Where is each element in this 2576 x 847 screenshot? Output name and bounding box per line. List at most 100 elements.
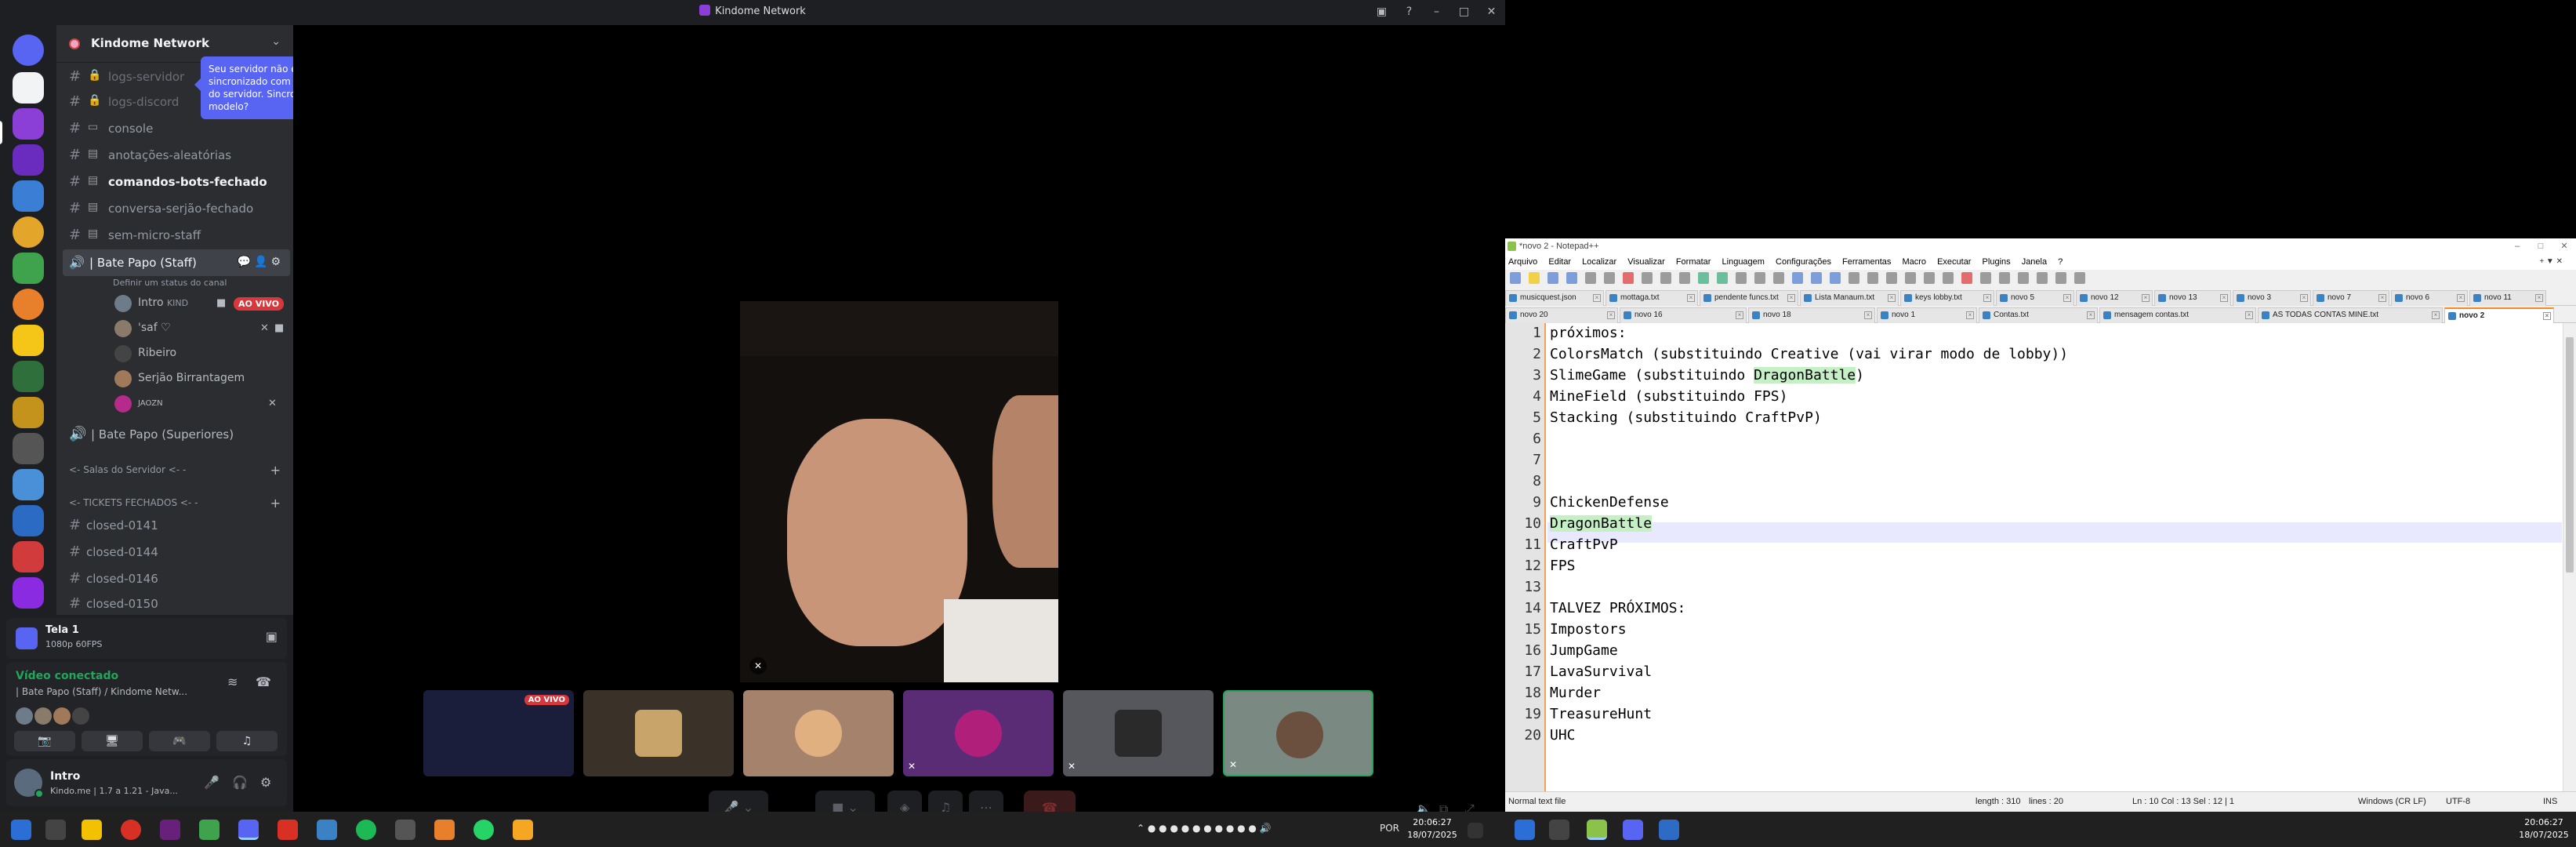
- clock[interactable]: 20:06:27 18/07/2025: [2516, 816, 2571, 842]
- close-tab-icon[interactable]: ×: [2087, 311, 2095, 319]
- minimize-button[interactable]: –: [1423, 0, 1450, 25]
- notepadpp-taskbar-icon[interactable]: [1587, 820, 1607, 840]
- soundboard-button[interactable]: ♫: [216, 731, 278, 751]
- close-tab-icon[interactable]: ×: [1983, 294, 1991, 302]
- task-view-icon[interactable]: [1549, 820, 1569, 840]
- close-tab-icon[interactable]: ×: [1888, 294, 1896, 302]
- language-indicator[interactable]: POR: [1380, 823, 1399, 834]
- add-channel-icon[interactable]: +: [270, 496, 281, 511]
- app-icon[interactable]: [395, 820, 415, 840]
- close-tab-icon[interactable]: ×: [2535, 294, 2543, 302]
- chrome-icon[interactable]: [121, 820, 141, 840]
- toolbar-button-icon[interactable]: [1547, 272, 1558, 284]
- npp-tab[interactable]: pendente funcs.txt ×: [1700, 290, 1798, 306]
- server-icon[interactable]: [13, 361, 44, 392]
- disconnect-button[interactable]: ☎: [1024, 791, 1076, 812]
- windows-start-icon[interactable]: [11, 820, 31, 840]
- server-icon[interactable]: [13, 325, 44, 356]
- search-app-icon[interactable]: [434, 820, 455, 840]
- channel-closed[interactable]: # closed-0150: [63, 591, 290, 616]
- gear-icon[interactable]: ⚙: [260, 775, 271, 790]
- activities-button[interactable]: ◈: [887, 791, 922, 812]
- close-tab-icon[interactable]: ×: [2432, 311, 2440, 319]
- npp-tab[interactable]: novo 16 ×: [1620, 307, 1747, 323]
- notifications-icon[interactable]: [1468, 823, 1483, 838]
- toolbar-button-icon[interactable]: [1961, 272, 1972, 284]
- menu-localizar[interactable]: Localizar: [1582, 257, 1616, 267]
- npp-tab[interactable]: mottaga.txt ×: [1605, 290, 1698, 306]
- server-icon[interactable]: [13, 180, 44, 212]
- toolbar-button-icon[interactable]: [1604, 272, 1615, 284]
- toolbar-button-icon[interactable]: [1623, 272, 1634, 284]
- npp-tab[interactable]: novo 12 ×: [2076, 290, 2153, 306]
- close-tab-icon[interactable]: ×: [1787, 294, 1795, 302]
- server-icon[interactable]: [13, 577, 44, 609]
- close-tab-icon[interactable]: ×: [2378, 294, 2386, 302]
- npp-tab[interactable]: musicquest.json ×: [1505, 290, 1604, 306]
- windows-start-icon[interactable]: [1515, 820, 1535, 840]
- video-tile[interactable]: [583, 690, 734, 776]
- server-icon[interactable]: [13, 144, 44, 176]
- toolbar-button-icon[interactable]: [1585, 272, 1596, 284]
- minecraft-icon[interactable]: [199, 820, 220, 840]
- toolbar-button-icon[interactable]: [1886, 272, 1897, 284]
- toolbar-button-icon[interactable]: [1510, 272, 1521, 284]
- toolbar-button-icon[interactable]: [1717, 272, 1728, 284]
- toolbar-button-icon[interactable]: [1830, 272, 1841, 284]
- menu-macro[interactable]: Macro: [1902, 257, 1926, 267]
- npp-tab[interactable]: novo 2 ×: [2444, 307, 2554, 323]
- npp-tab[interactable]: novo 20 ×: [1505, 307, 1618, 323]
- voice-channel-actions[interactable]: 💬👤⚙: [238, 256, 284, 268]
- npp-tab[interactable]: Lista Manaum.txt ×: [1800, 290, 1899, 306]
- app-icon[interactable]: [1659, 820, 1679, 840]
- toolbar-button-icon[interactable]: [1867, 272, 1878, 284]
- npp-tab[interactable]: novo 11 ×: [2469, 290, 2546, 306]
- channel-conversa-serjao[interactable]: # ▤ conversa-serjão-fechado: [63, 196, 290, 221]
- toolbar-button-icon[interactable]: [1754, 272, 1765, 284]
- tray-icons[interactable]: ⌃ ● ● ● ● ● ● ● ● ● ● 🔊: [1137, 823, 1272, 834]
- noise-suppression-icon[interactable]: ≋: [227, 674, 238, 689]
- menu-linguagem[interactable]: Linguagem: [1722, 257, 1765, 267]
- menu-executar[interactable]: Executar: [1937, 257, 1971, 267]
- npp-tab[interactable]: novo 18 ×: [1748, 307, 1875, 323]
- close-tab-icon[interactable]: ×: [1864, 311, 1872, 319]
- server-icon[interactable]: [13, 72, 44, 104]
- npp-tab[interactable]: keys lobby.txt ×: [1900, 290, 1994, 306]
- menu-janela[interactable]: Janela: [2022, 257, 2047, 267]
- app-icon[interactable]: [317, 820, 337, 840]
- menu-arquivo[interactable]: Arquivo: [1508, 257, 1537, 267]
- close-tab-icon[interactable]: ×: [1593, 294, 1601, 302]
- toolbar-button-icon[interactable]: [1736, 272, 1747, 284]
- video-tile[interactable]: ✕: [1063, 690, 1214, 776]
- activities-button[interactable]: 🎮: [149, 731, 210, 751]
- voice-user[interactable]: 'saf ♡: [56, 317, 259, 340]
- toolbar-button-icon[interactable]: [1999, 272, 2010, 284]
- more-button[interactable]: ⋯: [969, 791, 1003, 812]
- close-button[interactable]: ✕: [2552, 238, 2576, 254]
- voice-user[interactable]: Intro KIND: [56, 292, 259, 315]
- channel-console[interactable]: # ▭ console: [63, 116, 290, 141]
- toolbar-button-icon[interactable]: [1905, 272, 1916, 284]
- voice-channel-path[interactable]: | Bate Papo (Staff) / Kindome Netw...: [16, 686, 187, 697]
- menu-window-controls[interactable]: + ▼ ✕: [2539, 254, 2563, 270]
- npp-tab[interactable]: novo 5 ×: [1996, 290, 2074, 306]
- clock[interactable]: 20:06:27 18/07/2025: [1405, 816, 1460, 842]
- close-tab-icon[interactable]: ×: [2300, 294, 2308, 302]
- menu-plugins[interactable]: Plugins: [1983, 257, 2011, 267]
- channel-comandos-bots[interactable]: # ▤ comandos-bots-fechado: [63, 169, 290, 194]
- camera-button[interactable]: ■ ⌄: [815, 791, 875, 812]
- file-explorer-icon[interactable]: [82, 820, 102, 840]
- server-icon[interactable]: [13, 253, 44, 284]
- server-icon[interactable]: [13, 469, 44, 500]
- voice-user[interactable]: Serjão Birrantagem: [56, 367, 259, 391]
- menu-editar[interactable]: Editar: [1548, 257, 1571, 267]
- channel-anotacoes[interactable]: # ▤ anotações-aleatórias: [63, 143, 290, 168]
- video-tile-stream[interactable]: AO VIVO: [423, 690, 574, 776]
- toolbar-button-icon[interactable]: [1924, 272, 1935, 284]
- whatsapp-icon[interactable]: [473, 820, 494, 840]
- channel-closed[interactable]: # closed-0144: [63, 540, 290, 565]
- server-icon[interactable]: [13, 433, 44, 464]
- microphone-button[interactable]: 🎤 ⌄: [709, 791, 768, 812]
- close-tab-icon[interactable]: ×: [2220, 294, 2228, 302]
- channel-status-hint[interactable]: Definir um status do canal: [113, 278, 227, 288]
